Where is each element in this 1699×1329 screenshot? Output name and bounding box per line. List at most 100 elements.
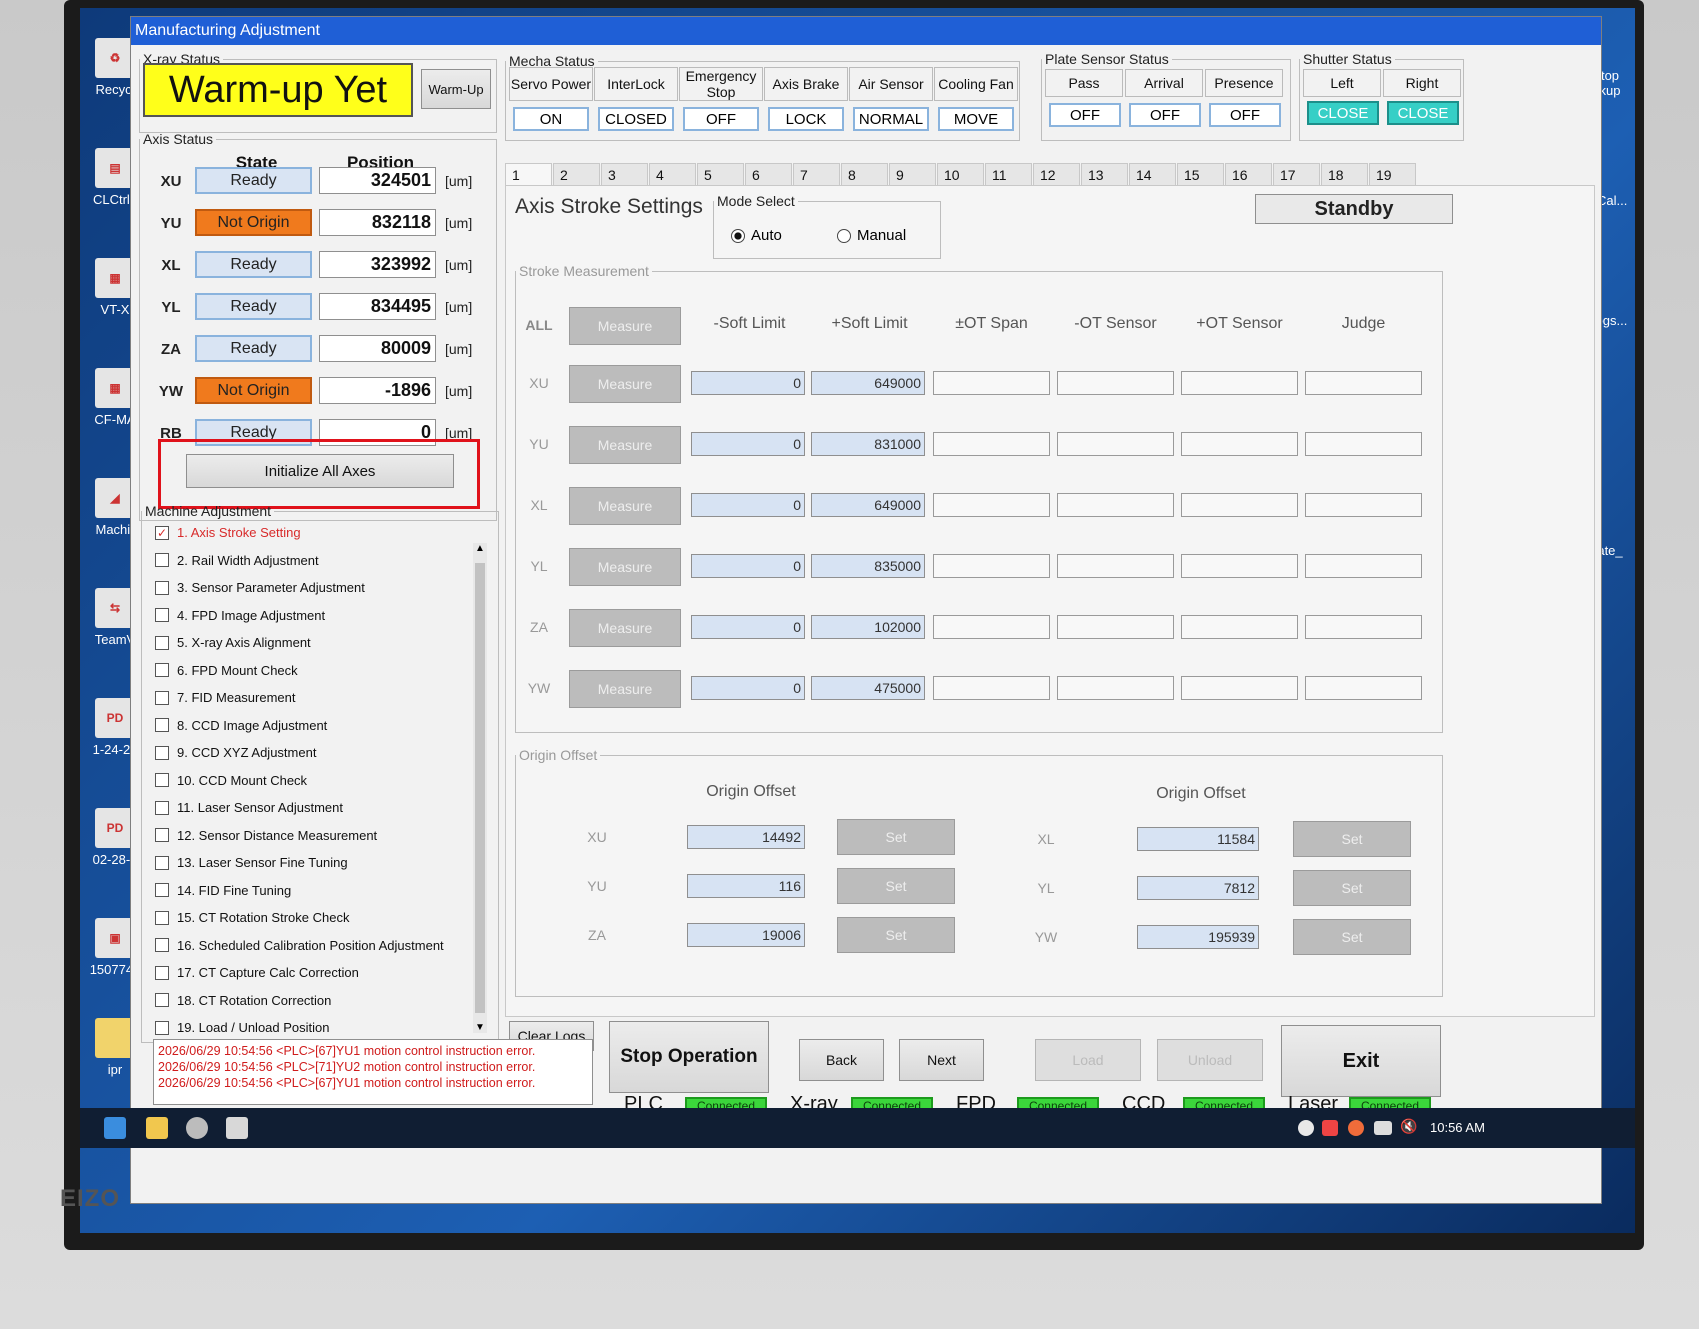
checkbox-icon[interactable]	[155, 938, 169, 952]
adjustment-list-item[interactable]: 5. X-ray Axis Alignment	[155, 635, 311, 650]
adjustment-list-item[interactable]: 19. Load / Unload Position	[155, 1020, 330, 1035]
checkbox-checked-icon[interactable]: ✓	[155, 525, 169, 540]
checkbox-icon[interactable]	[155, 745, 169, 760]
measure-button[interactable]: Measure	[569, 609, 681, 647]
app-window-icon[interactable]	[226, 1117, 248, 1139]
soft-limit-plus-field[interactable]: 102000	[811, 615, 925, 639]
adjustment-list-item[interactable]: 18. CT Rotation Correction	[155, 993, 331, 1008]
security-shield-icon[interactable]	[1322, 1120, 1338, 1136]
adjustment-list-item[interactable]: 14. FID Fine Tuning	[155, 883, 291, 898]
network-icon[interactable]	[1374, 1121, 1392, 1135]
soft-limit-minus-field[interactable]: 0	[691, 615, 805, 639]
file-explorer-icon[interactable]	[146, 1117, 168, 1139]
adjustment-scrollbar[interactable]: ▲ ▼	[473, 543, 487, 1033]
adjustment-list-item[interactable]: 7. FID Measurement	[155, 690, 296, 705]
checkbox-icon[interactable]	[155, 800, 169, 815]
measure-button[interactable]: Measure	[569, 548, 681, 586]
adjustment-list-item[interactable]: 3. Sensor Parameter Adjustment	[155, 580, 365, 595]
origin-set-button[interactable]: Set	[837, 917, 955, 953]
soft-limit-plus-field[interactable]: 475000	[811, 676, 925, 700]
warmup-button[interactable]: Warm-Up	[421, 69, 491, 109]
adjustment-list-item[interactable]: 15. CT Rotation Stroke Check	[155, 910, 349, 925]
checkbox-icon[interactable]	[155, 1020, 169, 1035]
tab-step-10[interactable]: 10	[937, 163, 984, 185]
mode-manual-radio[interactable]: Manual	[837, 227, 906, 244]
adjustment-list-item[interactable]: 6. FPD Mount Check	[155, 663, 298, 678]
origin-offset-field[interactable]: 19006	[687, 923, 805, 947]
scrollbar-thumb[interactable]	[475, 563, 485, 1013]
tab-step-4[interactable]: 4	[649, 163, 696, 185]
load-button[interactable]: Load	[1035, 1039, 1141, 1081]
tab-step-8[interactable]: 8	[841, 163, 888, 185]
measure-button[interactable]: Measure	[569, 487, 681, 525]
origin-offset-field[interactable]: 14492	[687, 825, 805, 849]
soft-limit-minus-field[interactable]: 0	[691, 554, 805, 578]
tab-step-11[interactable]: 11	[985, 163, 1032, 185]
adjustment-list-item[interactable]: 2. Rail Width Adjustment	[155, 553, 319, 568]
adjustment-list-item[interactable]: 9. CCD XYZ Adjustment	[155, 745, 316, 760]
tab-step-14[interactable]: 14	[1129, 163, 1176, 185]
adjustment-list-item[interactable]: 16. Scheduled Calibration Position Adjus…	[155, 938, 444, 953]
soft-limit-minus-field[interactable]: 0	[691, 371, 805, 395]
origin-set-button[interactable]: Set	[837, 868, 955, 904]
checkbox-icon[interactable]	[155, 608, 169, 622]
checkbox-icon[interactable]	[155, 883, 169, 897]
soft-limit-minus-field[interactable]: 0	[691, 676, 805, 700]
next-button[interactable]: Next	[899, 1039, 984, 1081]
tab-step-17[interactable]: 17	[1273, 163, 1320, 185]
origin-offset-field[interactable]: 11584	[1137, 827, 1259, 851]
soft-limit-plus-field[interactable]: 649000	[811, 371, 925, 395]
measure-button[interactable]: Measure	[569, 670, 681, 708]
windows-start-icon[interactable]	[104, 1117, 126, 1139]
origin-set-button[interactable]: Set	[1293, 821, 1411, 857]
checkbox-icon[interactable]	[155, 635, 169, 650]
tab-step-6[interactable]: 6	[745, 163, 792, 185]
checkbox-icon[interactable]	[155, 910, 169, 925]
measure-button[interactable]: Measure	[569, 365, 681, 403]
adjustment-list-item[interactable]: 11. Laser Sensor Adjustment	[155, 800, 343, 815]
origin-set-button[interactable]: Set	[1293, 870, 1411, 906]
adjustment-list-item[interactable]: 8. CCD Image Adjustment	[155, 718, 327, 733]
origin-set-button[interactable]: Set	[837, 819, 955, 855]
tab-step-13[interactable]: 13	[1081, 163, 1128, 185]
measure-button[interactable]: Measure	[569, 426, 681, 464]
checkbox-icon[interactable]	[155, 690, 169, 705]
checkbox-icon[interactable]	[155, 993, 169, 1007]
soft-limit-minus-field[interactable]: 0	[691, 432, 805, 456]
checkbox-icon[interactable]	[155, 580, 169, 595]
tab-step-7[interactable]: 7	[793, 163, 840, 185]
minus-circle-icon[interactable]	[1298, 1120, 1314, 1136]
adjustment-list-item[interactable]: 12. Sensor Distance Measurement	[155, 828, 377, 843]
soft-limit-plus-field[interactable]: 649000	[811, 493, 925, 517]
tab-step-2[interactable]: 2	[553, 163, 600, 185]
origin-offset-field[interactable]: 7812	[1137, 876, 1259, 900]
checkbox-icon[interactable]	[155, 773, 169, 787]
adjustment-list-item[interactable]: ✓ 1. Axis Stroke Setting	[155, 525, 301, 540]
tab-step-9[interactable]: 9	[889, 163, 936, 185]
checkbox-icon[interactable]	[155, 965, 169, 980]
measure-all-button[interactable]: Measure	[569, 307, 681, 345]
adjustment-list-item[interactable]: 13. Laser Sensor Fine Tuning	[155, 855, 348, 870]
soft-limit-plus-field[interactable]: 831000	[811, 432, 925, 456]
tab-step-15[interactable]: 15	[1177, 163, 1224, 185]
checkbox-icon[interactable]	[155, 663, 169, 677]
app-icon[interactable]	[186, 1117, 208, 1139]
tab-step-16[interactable]: 16	[1225, 163, 1272, 185]
adjustment-list-item[interactable]: 4. FPD Image Adjustment	[155, 608, 325, 623]
checkbox-icon[interactable]	[155, 553, 169, 567]
unload-button[interactable]: Unload	[1157, 1039, 1263, 1081]
exit-button[interactable]: Exit	[1281, 1025, 1441, 1097]
origin-offset-field[interactable]: 195939	[1137, 925, 1259, 949]
checkbox-icon[interactable]	[155, 828, 169, 842]
tab-step-12[interactable]: 12	[1033, 163, 1080, 185]
mode-auto-radio[interactable]: Auto	[731, 227, 782, 244]
tab-step-18[interactable]: 18	[1321, 163, 1368, 185]
soft-limit-minus-field[interactable]: 0	[691, 493, 805, 517]
adjustment-list-item[interactable]: 10. CCD Mount Check	[155, 773, 307, 788]
antivirus-icon[interactable]	[1348, 1120, 1364, 1136]
volume-muted-icon[interactable]: 🔇	[1400, 1118, 1422, 1140]
origin-set-button[interactable]: Set	[1293, 919, 1411, 955]
scroll-down-icon[interactable]: ▼	[473, 1022, 487, 1033]
soft-limit-plus-field[interactable]: 835000	[811, 554, 925, 578]
scroll-up-icon[interactable]: ▲	[473, 543, 487, 554]
